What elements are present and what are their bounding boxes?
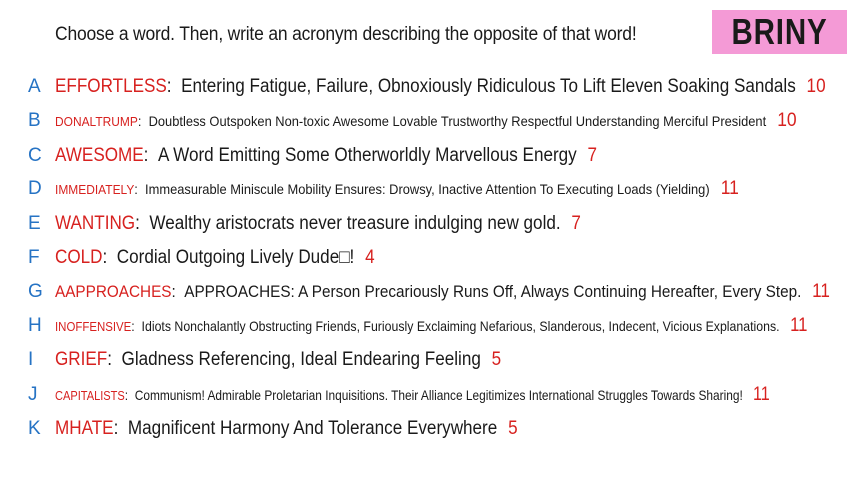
- list-item: D IMMEDIATELY: Immeasurable Miniscule Mo…: [0, 177, 853, 201]
- entry-letter: F: [28, 247, 40, 268]
- entry-colon: :: [135, 213, 150, 234]
- entry-word: INOFFENSIVE: [55, 319, 132, 334]
- entry-count: 10: [806, 76, 826, 97]
- list-item: F COLD: Cordial Outgoing Lively Dude□! 4: [0, 246, 853, 270]
- entry-line: INOFFENSIVE: Idiots Nonchalantly Obstruc…: [55, 314, 807, 339]
- entry-colon: :: [124, 387, 135, 403]
- list-item: E WANTING: Wealthy aristocrats never tre…: [0, 212, 853, 236]
- entry-count: 5: [491, 349, 502, 370]
- entry-word: GRIEF: [55, 349, 108, 370]
- prompt-text: Choose a word. Then, write an acronym de…: [55, 24, 637, 45]
- entry-letter: G: [28, 281, 43, 302]
- badge-label: BRINY: [731, 11, 828, 52]
- entry-letter: J: [28, 384, 38, 405]
- entry-acronym: Wealthy aristocrats never treasure indul…: [149, 213, 561, 234]
- list-item: A EFFORTLESS: Entering Fatigue, Failure,…: [0, 75, 853, 99]
- entry-word: EFFORTLESS: [55, 76, 167, 97]
- entry-acronym: A Word Emitting Some Otherworldly Marvel…: [157, 145, 577, 166]
- entry-acronym: Cordial Outgoing Lively Dude□!: [116, 247, 355, 268]
- entry-line: DONALTRUMP: Doubtless Outspoken Non-toxi…: [55, 109, 797, 134]
- entry-line: COLD: Cordial Outgoing Lively Dude□! 4: [55, 246, 375, 270]
- entry-colon: :: [137, 113, 149, 129]
- entry-count: 5: [508, 418, 518, 439]
- entry-letter: B: [28, 110, 41, 131]
- entry-count: 7: [571, 213, 581, 234]
- entry-word: DONALTRUMP: [55, 114, 138, 129]
- entry-line: IMMEDIATELY: Immeasurable Miniscule Mobi…: [55, 177, 739, 202]
- entry-acronym: Idiots Nonchalantly Obstructing Friends,…: [141, 318, 780, 334]
- entry-acronym: APPROACHES: A Person Precariously Runs O…: [184, 282, 802, 301]
- entry-colon: :: [102, 247, 117, 268]
- entry-letter: E: [28, 213, 41, 234]
- list-item: B DONALTRUMP: Doubtless Outspoken Non-to…: [0, 109, 853, 133]
- entry-word: AWESOME: [55, 145, 144, 166]
- entry-line: WANTING: Wealthy aristocrats never treas…: [55, 212, 581, 236]
- entry-count: 4: [365, 247, 375, 268]
- list-item: I GRIEF: Gladness Referencing, Ideal End…: [0, 348, 853, 372]
- entry-word: MHATE: [55, 418, 114, 439]
- entry-letter: I: [28, 349, 34, 370]
- entry-acronym: Immeasurable Miniscule Mobility Ensures:…: [145, 181, 710, 197]
- entry-acronym: Doubtless Outspoken Non-toxic Awesome Lo…: [148, 113, 767, 129]
- entry-count: 11: [790, 315, 808, 336]
- entry-letter: H: [28, 315, 42, 336]
- entry-count: 11: [812, 281, 830, 302]
- list-item: H INOFFENSIVE: Idiots Nonchalantly Obstr…: [0, 314, 853, 338]
- entry-colon: :: [134, 181, 146, 197]
- entry-colon: :: [143, 145, 158, 166]
- entry-line: CAPITALISTS: Communism! Admirable Prolet…: [55, 383, 770, 408]
- entry-colon: :: [107, 349, 122, 370]
- entry-word: WANTING: [55, 213, 136, 234]
- entry-line: MHATE: Magnificent Harmony And Tolerance…: [55, 417, 518, 441]
- entry-word: AAPPROACHES: [55, 282, 172, 301]
- entry-letter: A: [28, 76, 41, 97]
- entry-colon: :: [113, 418, 128, 439]
- entry-letter: K: [28, 418, 41, 439]
- word-badge: BRINY: [712, 10, 847, 54]
- entry-acronym: Gladness Referencing, Ideal Endearing Fe…: [121, 349, 481, 370]
- entry-colon: :: [166, 76, 182, 97]
- entry-letter: D: [28, 178, 42, 199]
- entry-word: CAPITALISTS: [55, 388, 125, 403]
- entry-colon: :: [131, 318, 142, 334]
- list-item: K MHATE: Magnificent Harmony And Toleran…: [0, 417, 853, 441]
- entry-word: COLD: [55, 247, 103, 268]
- entry-acronym: Entering Fatigue, Failure, Obnoxiously R…: [181, 76, 796, 97]
- entry-count: 11: [720, 178, 739, 199]
- entry-letter: C: [28, 145, 42, 166]
- entry-line: AWESOME: A Word Emitting Some Otherworld…: [55, 144, 597, 168]
- entry-acronym: Communism! Admirable Proletarian Inquisi…: [134, 387, 743, 403]
- list-item: J CAPITALISTS: Communism! Admirable Prol…: [0, 383, 853, 407]
- entry-count: 11: [753, 384, 770, 405]
- entry-line: GRIEF: Gladness Referencing, Ideal Endea…: [55, 348, 501, 372]
- entry-acronym: Magnificent Harmony And Tolerance Everyw…: [127, 418, 498, 439]
- entry-word: IMMEDIATELY: [55, 182, 135, 197]
- list-item: G AAPPROACHES: APPROACHES: A Person Prec…: [0, 280, 853, 304]
- list-item: C AWESOME: A Word Emitting Some Otherwor…: [0, 144, 853, 168]
- entry-line: AAPPROACHES: APPROACHES: A Person Precar…: [55, 280, 830, 304]
- entry-line: EFFORTLESS: Entering Fatigue, Failure, O…: [55, 75, 826, 99]
- entry-colon: :: [171, 282, 185, 301]
- entry-count: 7: [587, 145, 598, 166]
- entry-count: 10: [777, 110, 797, 131]
